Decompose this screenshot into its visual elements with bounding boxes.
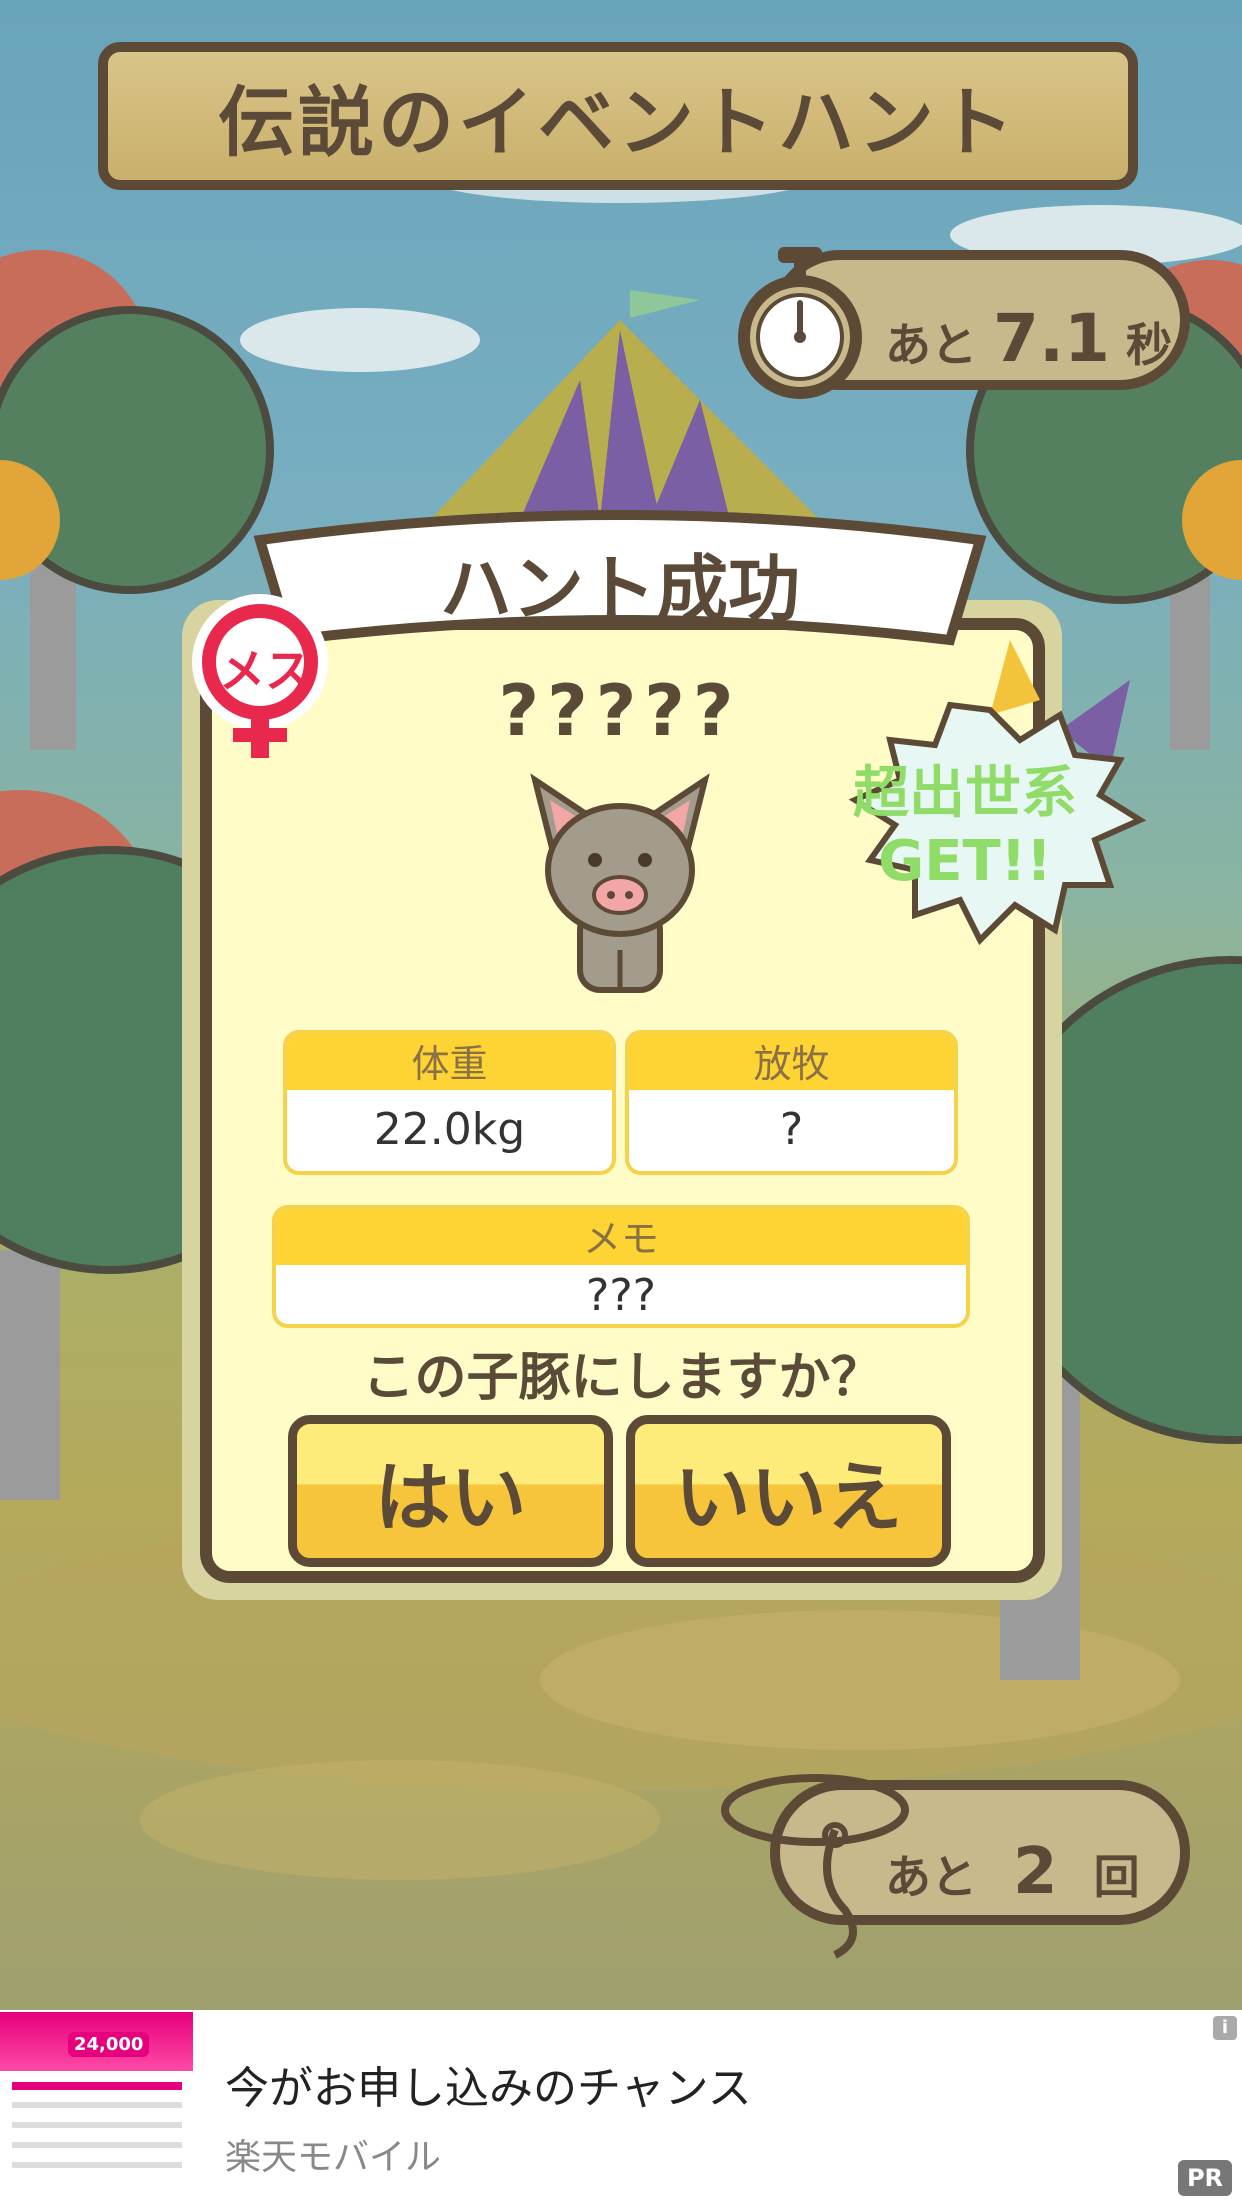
yes-button[interactable]: はい <box>288 1415 613 1567</box>
weight-stat: 体重 22.0kg <box>283 1030 616 1175</box>
timer-prefix: あと <box>885 318 977 372</box>
memo-value: ??? <box>585 1270 657 1321</box>
rank-badge-line2: GET!! <box>878 829 1052 894</box>
grazing-value: ? <box>779 1104 804 1155</box>
female-badge-label: メス <box>219 644 311 698</box>
memo-label: メモ <box>276 1209 966 1265</box>
timer-unit: 秒 <box>1125 318 1172 372</box>
confirm-question: この子豚にしますか？ <box>362 1348 883 1408</box>
remaining-unit: 回 <box>1093 1850 1140 1904</box>
event-title-board: 伝説のイベントハント <box>98 42 1138 190</box>
timer-value: 7.1 <box>993 300 1110 377</box>
rank-badge-line1: 超出世系 <box>853 761 1077 826</box>
grazing-label: 放牧 <box>629 1034 954 1090</box>
ad-image-price: 24,000 <box>68 2032 150 2057</box>
remaining-value: 2 <box>1013 1835 1058 1909</box>
weight-value: 22.0kg <box>373 1104 526 1155</box>
yes-button-label: はい <box>374 1453 527 1542</box>
remaining-prefix: あと <box>885 1850 977 1904</box>
ad-image[interactable]: 24,000 <box>0 2012 193 2208</box>
remaining-readout: あと 2 回 <box>885 1835 1140 1909</box>
info-icon[interactable]: i <box>1213 2016 1237 2040</box>
memo-field: メモ ??? <box>272 1205 970 1328</box>
pig-name: ????? <box>498 670 742 752</box>
weight-label: 体重 <box>287 1034 612 1090</box>
ad-advertiser: 楽天モバイル <box>225 2137 442 2178</box>
no-button-label: いいえ <box>674 1453 903 1542</box>
ad-title[interactable]: 今がお申し込みのチャンス <box>225 2052 752 2116</box>
pig-icon <box>530 773 710 993</box>
no-button[interactable]: いいえ <box>626 1415 951 1567</box>
timer-readout: あと 7.1 秒 <box>885 300 1172 377</box>
rank-badge-text: 超出世系 GET!! <box>815 760 1115 896</box>
grazing-stat: 放牧 ? <box>625 1030 958 1175</box>
stopwatch-icon <box>738 247 862 399</box>
event-title: 伝説のイベントハント <box>218 78 1018 167</box>
ad-pr-badge: PR <box>1178 2160 1232 2196</box>
